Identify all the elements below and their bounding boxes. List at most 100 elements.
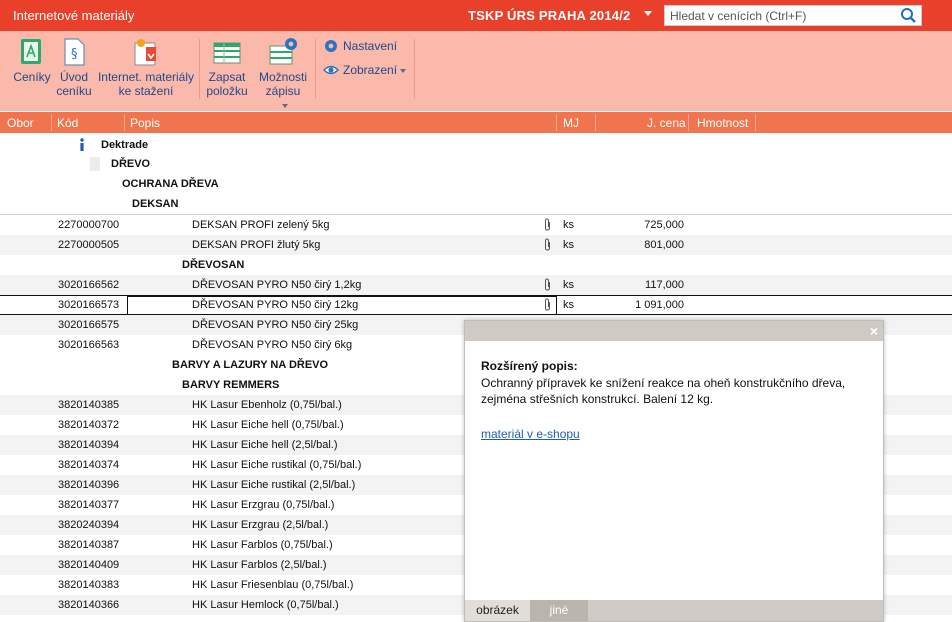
table-row[interactable]: 2270000505 DEKSAN PROFI žlutý 5kg ks 801…: [0, 235, 952, 255]
row-kod: 3020166575: [58, 319, 120, 331]
row-popis: HK Lasur Friesenblau (0,75l/bal.): [192, 579, 354, 591]
uvod-label-2: ceníku: [56, 84, 92, 98]
row-kod: 3820140383: [58, 579, 120, 591]
search-input[interactable]: [665, 6, 899, 25]
ribbon-divider: [315, 39, 316, 99]
cell-focus-box: [127, 296, 557, 315]
tree-node-deksan[interactable]: DEKSAN: [132, 198, 178, 210]
tree-node-vendor[interactable]: Dektrade: [101, 139, 148, 151]
row-popis: DŘEVOSAN PYRO N50 čirý 1,2kg: [192, 279, 362, 291]
row-kod: 3820140385: [58, 399, 120, 411]
row-kod: 3820140396: [58, 479, 120, 491]
paperclip-icon[interactable]: [543, 238, 552, 251]
column-mj[interactable]: MJ: [563, 116, 579, 130]
row-kod: 3820140366: [58, 599, 120, 611]
column-divider[interactable]: [595, 114, 596, 131]
download-materials-icon: [134, 39, 156, 66]
search-box: [664, 5, 922, 26]
app-title: Internetové materiály: [13, 8, 135, 23]
gear-icon: [325, 40, 337, 52]
ribbon-divider: [414, 39, 415, 99]
popup-description: Ochranný přípravek ke snížení reakce na …: [481, 376, 846, 406]
row-popis: HK Lasur Farblos (2,5l/bal.): [192, 559, 327, 571]
tab-obrazek[interactable]: obrázek: [465, 600, 530, 621]
row-popis: DŘEVOSAN PYRO N50 čirý 6kg: [192, 339, 353, 351]
info-icon[interactable]: [77, 138, 87, 152]
ribbon-toolbar: Ceníky § Úvod ceníku Internet. materiály…: [0, 31, 952, 111]
row-kod: 3820140377: [58, 499, 120, 511]
section-document-icon: §: [64, 38, 85, 66]
moznosti-label-2: zápisu: [265, 84, 301, 98]
moznosti-label-1: Možnosti: [258, 70, 308, 84]
row-popis: HK Lasur Ebenholz (0,75l/bal.): [192, 399, 342, 411]
moznosti-zapisu-button[interactable]: Možnosti zápisu: [256, 37, 310, 112]
tab-jine[interactable]: jiné: [530, 600, 588, 621]
tree-node-drevosan[interactable]: DŘEVOSAN: [182, 259, 244, 271]
tree-node-barvy[interactable]: BARVY A LAZURY NA DŘEVO: [172, 359, 328, 371]
column-divider[interactable]: [51, 114, 52, 131]
dropdown-caret-icon: [281, 103, 288, 108]
tree-node-remmers[interactable]: BARVY REMMERS: [182, 379, 279, 391]
row-kod: 3820140387: [58, 539, 120, 551]
row-cena: 117,000: [645, 279, 684, 291]
column-kod[interactable]: Kód: [57, 116, 78, 130]
internet-materialy-button[interactable]: Internet. materiály ke stažení: [95, 37, 197, 98]
ceniky-label: Ceníky: [13, 70, 51, 84]
paperclip-icon[interactable]: [543, 218, 552, 231]
row-popis: HK Lasur Hemlock (0,75l/bal.): [192, 599, 339, 611]
table-row[interactable]: 2270000700 DEKSAN PROFI zelený 5kg ks 72…: [0, 215, 952, 235]
column-divider[interactable]: [688, 114, 689, 131]
price-list-icon: [21, 39, 41, 64]
column-divider[interactable]: [755, 114, 756, 131]
uvod-label-1: Úvod: [59, 70, 88, 84]
row-mj: ks: [563, 239, 574, 251]
internet-label-2: ke stažení: [118, 84, 174, 98]
row-cena: 725,000: [644, 219, 684, 231]
zapsat-polozku-button[interactable]: Zapsat položku: [204, 37, 250, 98]
row-mj: ks: [563, 279, 574, 291]
column-hmotnost[interactable]: Hmotnost: [697, 116, 748, 130]
tree-node-ochrana[interactable]: OCHRANA DŘEVA: [122, 178, 219, 190]
row-kod: 2270000700: [58, 219, 120, 231]
eshop-link[interactable]: materiál v e-shopu: [481, 427, 580, 441]
row-popis: HK Lasur Eiche rustikal (0,75l/bal.): [192, 459, 362, 471]
row-kod: 3820140374: [58, 459, 120, 471]
uvod-ceniku-button[interactable]: § Úvod ceníku: [55, 37, 93, 98]
zapsat-label-1: Zapsat: [208, 70, 246, 84]
row-kod: 3820240394: [58, 519, 120, 531]
popup-title: Rozšírený popis:: [481, 359, 578, 373]
table-row[interactable]: 3020166562 DŘEVOSAN PYRO N50 čirý 1,2kg …: [0, 275, 952, 295]
popup-tabbar: obrázek jiné: [465, 600, 883, 621]
row-popis: DEKSAN PROFI žlutý 5kg: [192, 239, 321, 251]
eye-icon: [323, 65, 339, 75]
column-obor[interactable]: Obor: [7, 116, 34, 130]
popup-header: ×: [465, 321, 883, 341]
column-divider[interactable]: [124, 114, 125, 131]
column-popis[interactable]: Popis: [130, 116, 160, 130]
row-cena: 1 091,000: [635, 299, 684, 311]
zobrazeni-label: Zobrazení: [343, 63, 398, 77]
zobrazeni-button[interactable]: Zobrazení: [323, 62, 407, 78]
paperclip-icon[interactable]: [543, 278, 552, 291]
close-icon[interactable]: ×: [870, 323, 878, 339]
column-divider[interactable]: [556, 114, 557, 131]
row-popis: HK Lasur Eiche hell (0,75l/bal.): [192, 419, 344, 431]
internet-label-1: Internet. materiály: [97, 70, 195, 84]
row-popis: HK Lasur Eiche rustikal (2,5l/bal.): [192, 479, 356, 491]
column-cena[interactable]: J. cena: [647, 116, 686, 130]
row-kod: 3020166573: [58, 299, 120, 311]
search-icon[interactable]: [900, 7, 917, 24]
row-kod: 3020166563: [58, 339, 120, 351]
extended-description-popup: × Rozšírený popis: Ochranný přípravek ke…: [464, 320, 884, 622]
row-mj: ks: [563, 299, 574, 311]
chevron-down-icon[interactable]: [644, 11, 652, 16]
nastaveni-label: Nastavení: [343, 39, 398, 53]
tree-node-drevo[interactable]: DŘEVO: [111, 158, 150, 170]
nastaveni-button[interactable]: Nastavení: [323, 38, 397, 54]
database-selector[interactable]: TSKP ÚRS PRAHA 2014/2: [468, 8, 630, 23]
title-bar: Internetové materiály TSKP ÚRS PRAHA 201…: [0, 0, 952, 31]
column-header-row: Obor Kód Popis MJ J. cena Hmotnost: [0, 112, 952, 133]
ceniky-button[interactable]: Ceníky: [13, 37, 51, 84]
row-mj: ks: [563, 219, 574, 231]
table-icon: [213, 42, 241, 64]
